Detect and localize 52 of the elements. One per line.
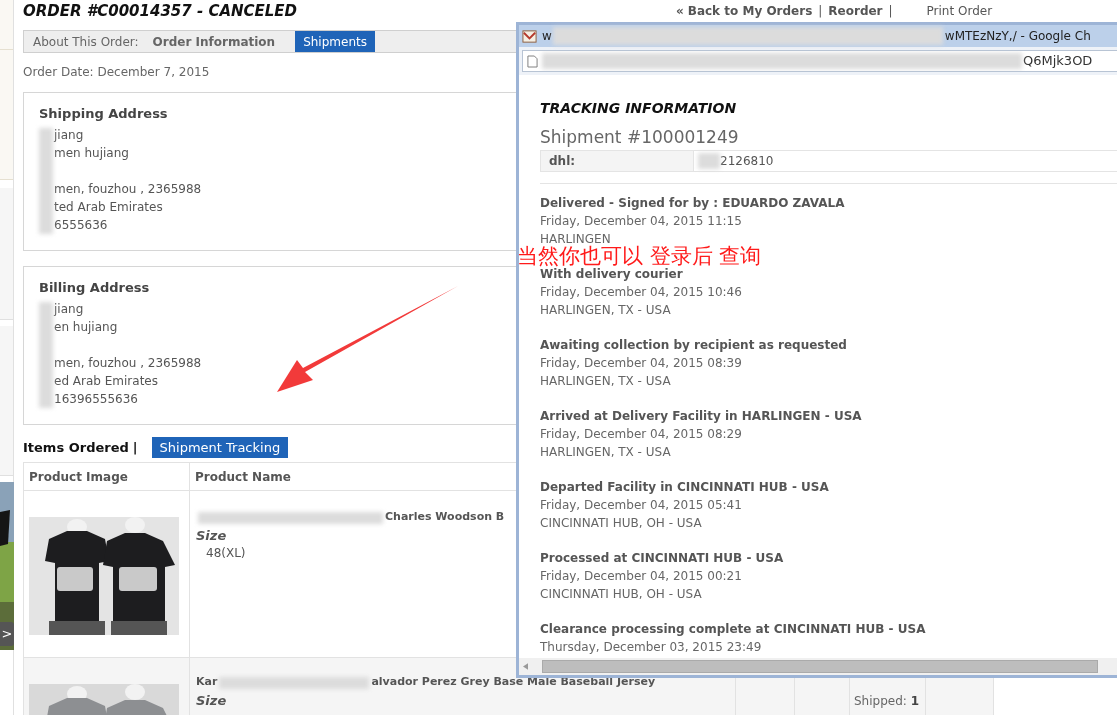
link-separator: | xyxy=(818,3,823,20)
event-date: Friday, December 04, 2015 00:21 xyxy=(540,568,743,585)
shipment-number: Shipment #100001249 xyxy=(540,126,740,148)
event-status: Arrived at Delivery Facility in HARLINGEN - USA xyxy=(540,408,863,425)
event-location: HARLINGEN, TX - USA xyxy=(540,373,672,390)
event-location: HARLINGEN, TX - USA xyxy=(540,444,672,461)
address-line: ted Arab Emirates xyxy=(53,199,163,216)
link-separator: | xyxy=(888,3,893,20)
event-date: Friday, December 04, 2015 05:41 xyxy=(540,497,743,514)
event-location: HARLINGEN, TX - USA xyxy=(540,302,672,319)
address-title: Billing Address xyxy=(39,279,150,297)
event-location: HARLINGEN xyxy=(540,231,612,246)
address-line: men hujiang xyxy=(53,145,129,162)
tabs-label: About This Order: xyxy=(33,33,139,51)
address-line: jiang xyxy=(53,301,84,318)
event-status: With delivery courier xyxy=(540,267,684,283)
annotation-text: 当然你也可以 登录后 查询 xyxy=(517,245,762,267)
event-status: Clearance processing complete at CINCINNATI HUB - USA xyxy=(540,621,927,638)
event-location: CINCINNATI HUB, OH - USA xyxy=(540,515,703,532)
product-name: Charles Woodson B xyxy=(385,509,505,526)
address-title: Shipping Address xyxy=(39,105,168,123)
address-line: men, fouzhou , 2365988 xyxy=(53,355,202,372)
window-title: wMTEzNzY,/ - Google Ch xyxy=(944,28,1091,45)
back-icon: « xyxy=(676,2,684,20)
tracking-number: 2126810 xyxy=(720,153,774,170)
carrier-label: dhl: xyxy=(541,151,694,171)
event-status: Delivered - Signed for by : EDUARDO ZAVALA xyxy=(540,195,846,212)
event-date: Friday, December 04, 2015 10:46 xyxy=(540,284,743,301)
size-value: 48(XL) xyxy=(205,545,246,562)
shipped-count: Shipped: 1 xyxy=(854,694,920,708)
size-label: Size xyxy=(196,693,227,709)
size-label: Size xyxy=(196,528,227,544)
address-line: jiang xyxy=(53,127,84,144)
address-text: Q6Mjk3OD xyxy=(1023,52,1093,71)
address-line: en hujiang xyxy=(53,319,118,336)
order-title: ORDER #C00014357 - CANCELED xyxy=(23,0,299,22)
address-line: men, fouzhou , 2365988 xyxy=(53,181,202,198)
column-header: Product Image xyxy=(23,462,190,491)
address-line: 6555636 xyxy=(53,217,108,234)
event-location: CINCINNATI HUB, OH - USA xyxy=(540,586,703,603)
tracking-heading: TRACKING INFORMATION xyxy=(540,99,738,117)
address-line: 16396555636 xyxy=(53,391,138,408)
event-date: Friday, December 04, 2015 08:29 xyxy=(540,426,743,443)
event-status: Processed at CINCINNATI HUB - USA xyxy=(540,550,785,567)
product-name: Kar xyxy=(196,674,218,691)
order-date: Order Date: December 7, 2015 xyxy=(23,65,211,80)
event-date: Friday, December 04, 2015 11:15 xyxy=(540,213,743,230)
event-status: Awaiting collection by recipient as requested xyxy=(540,337,848,354)
event-date: Thursday, December 03, 2015 23:49 xyxy=(540,639,763,656)
window-title: w xyxy=(542,28,552,45)
event-date: Friday, December 04, 2015 08:39 xyxy=(540,355,743,372)
address-line: ed Arab Emirates xyxy=(53,373,158,390)
